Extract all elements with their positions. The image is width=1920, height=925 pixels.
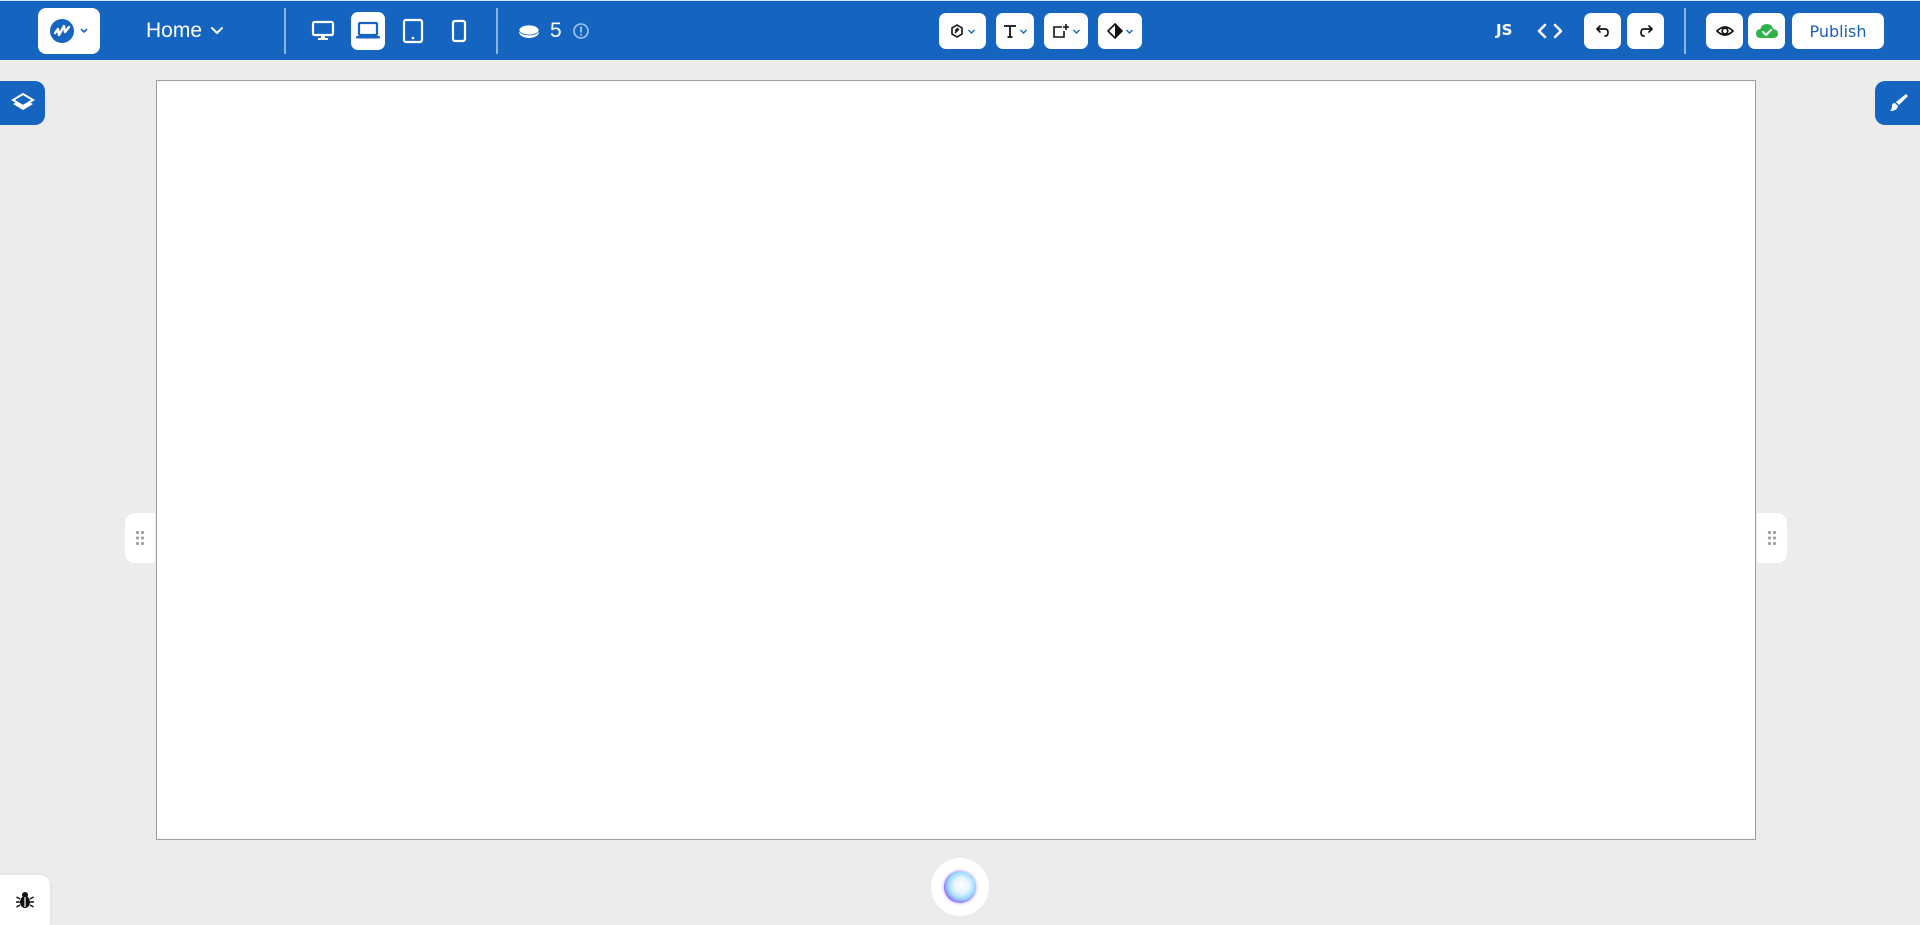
chevron-down-icon bbox=[80, 28, 88, 34]
tablet-icon bbox=[402, 18, 424, 44]
code-editor-button[interactable] bbox=[1534, 17, 1566, 45]
chevron-down-icon bbox=[1125, 29, 1133, 34]
credits-count: 5 bbox=[550, 19, 562, 42]
chevron-down-icon bbox=[1072, 29, 1080, 34]
code-icon bbox=[1537, 23, 1563, 39]
drag-handle-icon bbox=[1767, 530, 1777, 546]
style-panel-button[interactable] bbox=[1875, 81, 1920, 125]
redo-icon bbox=[1639, 25, 1653, 37]
js-editor-button[interactable]: JS bbox=[1496, 21, 1512, 39]
undo-button[interactable] bbox=[1584, 13, 1621, 49]
drag-handle-icon bbox=[135, 530, 145, 546]
device-tablet-button[interactable] bbox=[396, 12, 430, 50]
bug-icon bbox=[16, 892, 34, 908]
canvas-resize-handle-left[interactable] bbox=[125, 513, 155, 563]
logo-menu-button[interactable] bbox=[38, 8, 100, 54]
components-tool-button[interactable] bbox=[939, 13, 986, 49]
brand-logo-icon bbox=[50, 19, 74, 43]
info-icon[interactable] bbox=[572, 22, 590, 40]
cloud-check-icon bbox=[1755, 24, 1778, 38]
device-mobile-button[interactable] bbox=[442, 12, 476, 50]
page-canvas[interactable] bbox=[156, 80, 1756, 840]
undo-icon bbox=[1595, 25, 1609, 37]
debug-button[interactable] bbox=[0, 875, 50, 925]
page-selector-label: Home bbox=[146, 19, 203, 42]
ai-orb-icon bbox=[944, 871, 976, 903]
ai-assistant-button[interactable] bbox=[931, 858, 989, 916]
layers-panel-button[interactable] bbox=[0, 81, 45, 125]
chevron-down-icon bbox=[968, 29, 975, 34]
top-toolbar: Home 5 JS Publish bbox=[0, 0, 1920, 60]
laptop-icon bbox=[356, 21, 380, 39]
add-element-tool-button[interactable] bbox=[1044, 13, 1088, 49]
theme-tool-button[interactable] bbox=[1098, 13, 1142, 49]
text-tool-button[interactable] bbox=[996, 13, 1034, 49]
text-icon bbox=[1003, 25, 1016, 38]
coin-icon bbox=[518, 24, 540, 38]
publish-button[interactable]: Publish bbox=[1792, 13, 1884, 49]
device-desktop-button[interactable] bbox=[306, 12, 340, 50]
divider bbox=[284, 8, 286, 54]
credits-indicator[interactable]: 5 bbox=[518, 15, 590, 47]
page-selector[interactable]: Home bbox=[146, 16, 224, 46]
add-element-icon bbox=[1052, 24, 1069, 38]
desktop-icon bbox=[311, 20, 335, 40]
components-icon bbox=[951, 24, 963, 38]
preview-button[interactable] bbox=[1706, 13, 1743, 49]
canvas-resize-handle-right[interactable] bbox=[1757, 513, 1787, 563]
theme-icon bbox=[1106, 23, 1123, 39]
device-laptop-button[interactable] bbox=[351, 12, 385, 50]
mobile-icon bbox=[451, 19, 467, 43]
brush-icon bbox=[1889, 94, 1908, 111]
layers-icon bbox=[10, 92, 35, 110]
save-status-button[interactable] bbox=[1748, 13, 1785, 49]
redo-button[interactable] bbox=[1627, 13, 1664, 49]
chevron-down-icon bbox=[211, 27, 224, 35]
divider bbox=[1684, 8, 1686, 54]
eye-icon bbox=[1715, 26, 1734, 36]
divider bbox=[496, 8, 498, 54]
chevron-down-icon bbox=[1019, 29, 1027, 34]
